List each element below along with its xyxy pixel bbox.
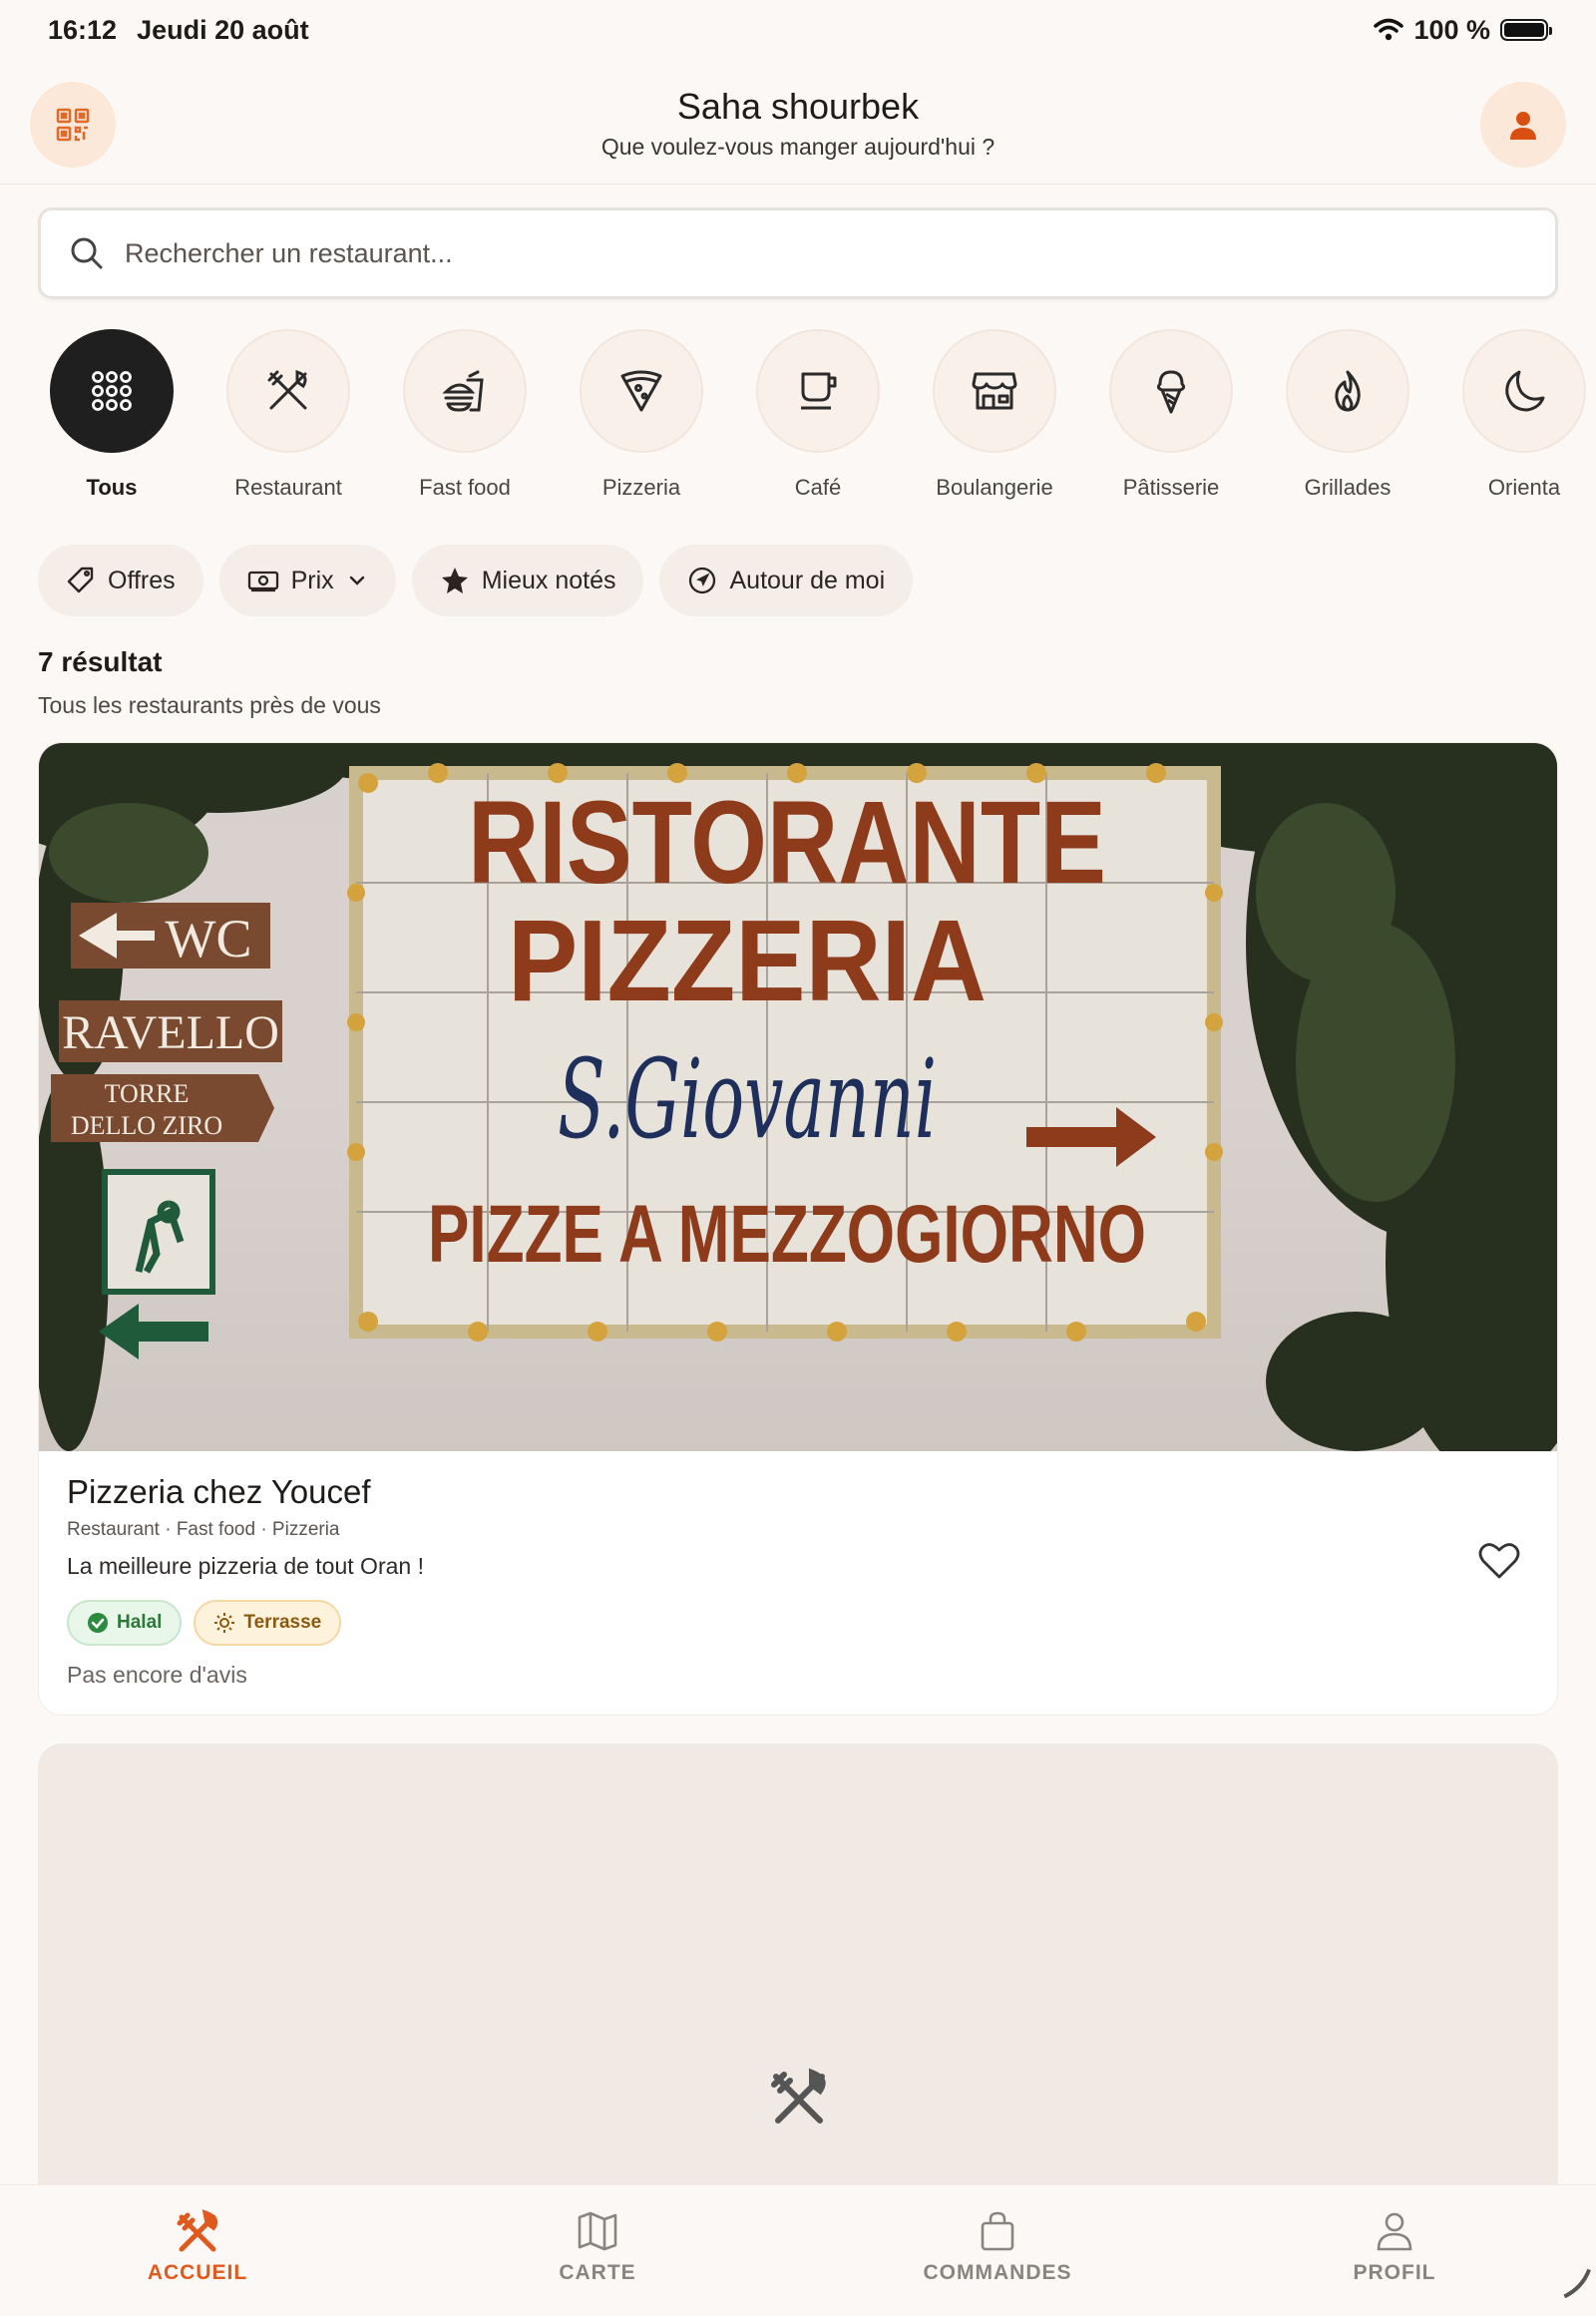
chevron-down-icon [349,576,364,585]
sign-line-3: S.Giovanni [558,1035,937,1163]
restaurant-card[interactable]: RISTORANTE PIZZERIA S.Giovanni PIZZE A M… [38,742,1558,1716]
banknote-icon [247,571,278,592]
restaurant-description: La meilleure pizzeria de tout Oran ! [67,1553,424,1579]
category-label: Pâtisserie [1122,475,1220,500]
restaurant-tags: Restaurant · Fast food · Pizzeria [67,1519,340,1540]
utensils-icon [771,2068,826,2123]
storefront-icon [972,372,1017,410]
filter-label: Autour de moi [729,566,886,594]
category-label: Orienta [1487,475,1561,500]
filter-label: Mieux notés [481,566,616,594]
flame-icon [1335,370,1361,412]
sign-wc: WC [166,909,252,968]
category-patisserie[interactable]: Pâtisserie [1091,329,1251,501]
search-input[interactable] [125,237,1421,269]
sun-icon [214,1613,235,1633]
tag-icon [67,567,94,593]
category-grillades[interactable]: Grillades [1268,329,1427,501]
coffee-cup-icon [801,372,837,410]
app-subtitle: Que voulez-vous manger aujourd'hui ? [600,134,996,160]
user-icon [1377,2212,1412,2251]
restaurant-photo: RISTORANTE PIZZERIA S.Giovanni PIZZE A M… [39,743,1557,1451]
sign-torre-2: DELLO ZIRO [71,1111,222,1140]
sign-line-4: PIZZE A MEZZOGIORNO [428,1189,1146,1280]
app-title: Saha shourbek [676,86,920,127]
category-label: Grillades [1304,475,1392,500]
crescent-moon-icon [1505,370,1545,412]
filter-mieux-notes[interactable]: Mieux notés [411,545,644,616]
restaurant-info: Pizzeria chez Youcef Restaurant · Fast f… [39,1451,1557,1711]
sign-line-2: PIZZERIA [508,896,987,1025]
category-label: Restaurant [234,475,342,500]
wifi-icon [1374,18,1404,41]
review-status: Pas encore d'avis [67,1662,247,1688]
filter-offres[interactable]: Offres [38,545,203,616]
status-time: 16:12 [48,14,118,45]
filter-label: Prix [290,566,334,594]
category-label: Boulangerie [936,475,1053,500]
category-boulangerie[interactable]: Boulangerie [915,329,1074,501]
nav-commandes[interactable]: COMMANDES [878,2207,1117,2285]
terrasse-badge: Terrasse [194,1600,342,1646]
nav-profil[interactable]: PROFIL [1275,2207,1514,2285]
nav-label: PROFIL [1353,2261,1436,2284]
search-icon [71,237,103,269]
star-icon [441,568,468,593]
filter-prix[interactable]: Prix [218,545,396,616]
filter-label: Offres [108,566,176,594]
category-label: Pizzeria [601,475,681,500]
profile-button[interactable] [1480,82,1566,168]
ice-cream-icon [1156,370,1186,414]
nav-label: CARTE [559,2261,636,2284]
category-label: Fast food [419,475,511,500]
halal-badge: Halal [67,1600,183,1646]
category-restaurant[interactable]: Restaurant [208,329,368,501]
utensils-icon [177,2209,218,2252]
category-tous[interactable]: Tous [32,329,192,501]
location-arrow-icon [689,567,716,594]
filter-autour-de-moi[interactable]: Autour de moi [659,545,914,616]
app-header: Saha shourbek Que voulez-vous manger auj… [0,80,1596,185]
results-subtitle: Tous les restaurants près de vous [38,692,381,718]
filter-bar: Offres Prix Mieux notés Autour de moi [38,545,914,616]
results-count: 7 résultat [38,646,163,677]
sign-line-1: RISTORANTE [468,777,1106,909]
category-pizzeria[interactable]: Pizzeria [562,329,721,501]
restaurant-name: Pizzeria chez Youcef [67,1473,371,1510]
sign-torre-1: TORRE [105,1079,190,1108]
sign-ravello: RAVELLO [62,1006,279,1059]
nav-accueil[interactable]: ACCUEIL [78,2207,317,2285]
battery-icon [1500,19,1552,41]
map-icon [578,2211,617,2251]
check-circle-icon [88,1613,108,1633]
nav-carte[interactable]: CARTE [478,2207,717,2285]
nav-label: ACCUEIL [147,2261,248,2284]
home-indicator [1526,2252,1592,2316]
category-cafe[interactable]: Café [738,329,898,501]
category-fast-food[interactable]: Fast food [385,329,545,501]
category-label: Café [794,475,842,500]
favorite-heart-icon[interactable] [1477,1539,1521,1583]
category-label: Tous [86,475,138,500]
badge-label: Halal [117,1612,163,1633]
bottom-navigation: ACCUEIL CARTE COMMANDES PROFIL [0,2184,1596,2316]
pizza-icon [620,370,662,412]
utensils-icon [267,369,307,410]
nav-label: COMMANDES [923,2261,1072,2284]
badge-label: Terrasse [243,1612,322,1633]
search-bar[interactable] [38,207,1558,299]
status-bar: 16:12 Jeudi 20 août 100 % [0,0,1596,60]
status-date: Jeudi 20 août [137,14,309,45]
battery-percent: 100 % [1413,14,1490,45]
burger-drink-icon [442,370,484,412]
user-icon [1510,112,1536,140]
category-list: Tous Restaurant Fast food Pizzeria Café … [0,329,1596,509]
grid-icon [92,371,132,411]
category-orienta[interactable]: Orienta [1444,329,1596,501]
shopping-bag-icon [981,2211,1014,2251]
